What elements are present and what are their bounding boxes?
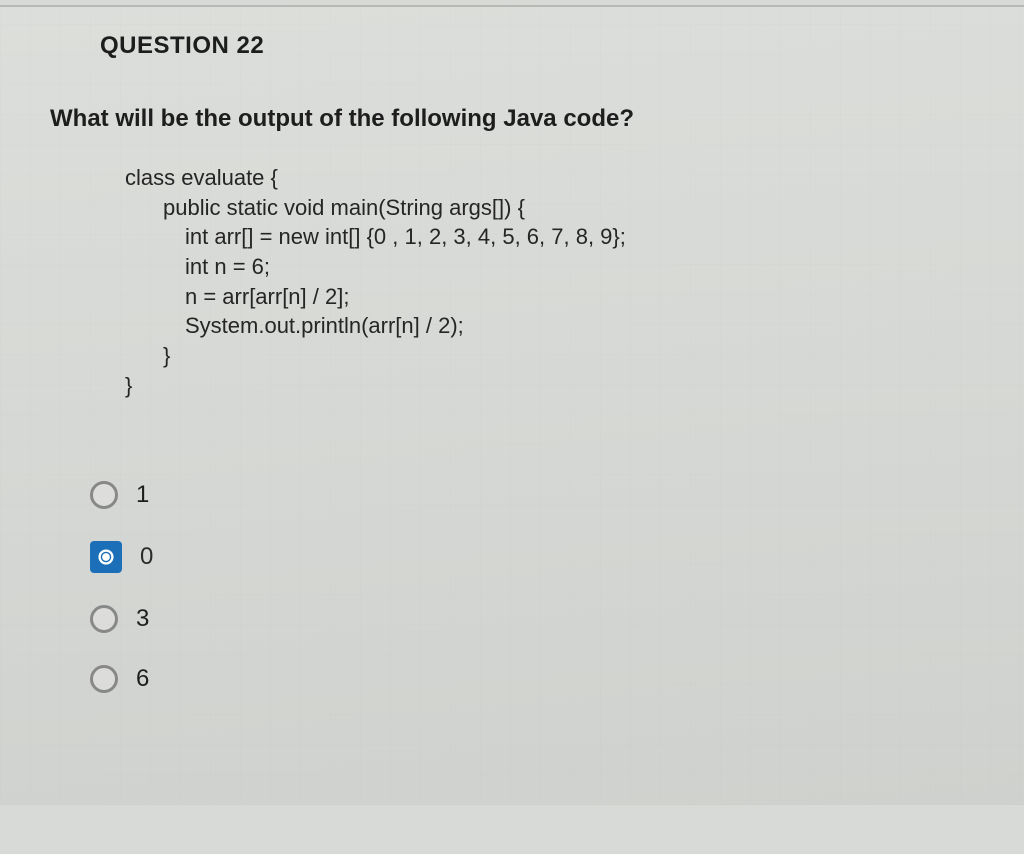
answer-option-4[interactable]: 6 — [90, 665, 974, 693]
radio-icon[interactable] — [90, 665, 118, 693]
radio-icon[interactable] — [90, 605, 118, 633]
question-frame: QUESTION 22 What will be the output of t… — [0, 5, 1024, 805]
code-line: n = arr[arr[n] / 2]; — [125, 282, 974, 312]
answer-text: 3 — [136, 605, 149, 633]
answer-text: 6 — [136, 665, 149, 693]
code-line: System.out.println(arr[n] / 2); — [125, 311, 974, 341]
code-line: int n = 6; — [125, 252, 974, 282]
code-block: class evaluate { public static void main… — [125, 163, 974, 401]
answer-options: 1 0 3 6 — [90, 481, 974, 693]
answer-text: 0 — [140, 543, 153, 571]
answer-option-2[interactable]: 0 — [90, 541, 974, 573]
code-line: class evaluate { — [125, 163, 974, 193]
code-line: } — [125, 371, 974, 401]
code-line: public static void main(String args[]) { — [125, 193, 974, 223]
radio-icon[interactable] — [90, 481, 118, 509]
answer-text: 1 — [136, 481, 149, 509]
radio-selected-icon[interactable] — [90, 541, 122, 573]
code-line: } — [125, 341, 974, 371]
question-prompt: What will be the output of the following… — [50, 105, 974, 133]
answer-option-3[interactable]: 3 — [90, 605, 974, 633]
answer-option-1[interactable]: 1 — [90, 481, 974, 509]
question-number: QUESTION 22 — [100, 32, 974, 60]
code-line: int arr[] = new int[] {0 , 1, 2, 3, 4, 5… — [125, 222, 974, 252]
